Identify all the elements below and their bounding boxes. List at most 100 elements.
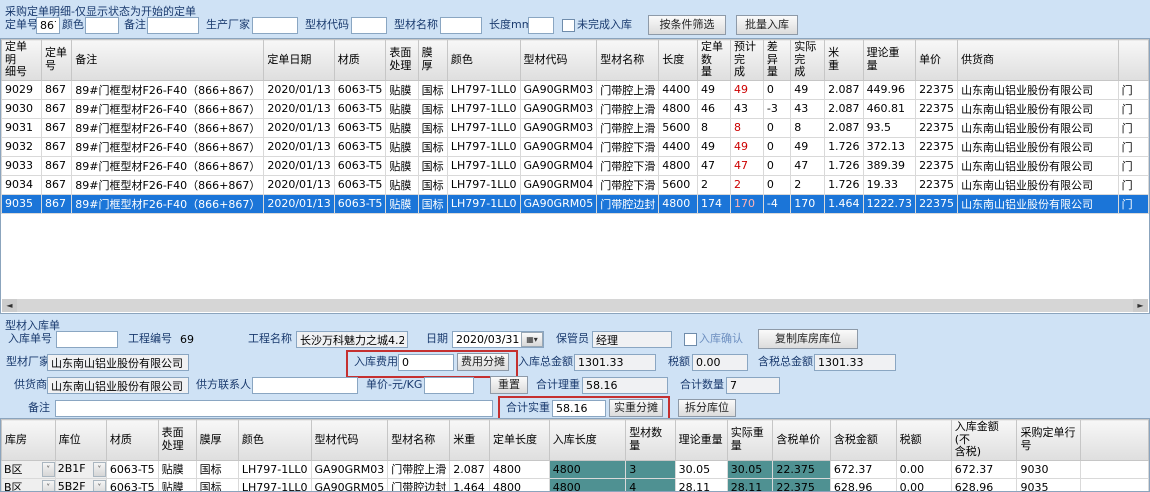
table-cell[interactable]: 4400 — [659, 137, 698, 156]
table-cell[interactable]: 5600 — [659, 118, 698, 137]
column-header[interactable]: 实际完 成 — [791, 40, 825, 81]
table-cell[interactable]: 9030 — [1017, 460, 1081, 478]
table-cell[interactable]: GA90GRM04 — [520, 156, 597, 175]
table-cell[interactable]: 贴膜 — [386, 175, 418, 194]
table-cell[interactable]: GA90GRM05 — [311, 478, 388, 492]
table-cell[interactable]: 9032 — [2, 137, 42, 156]
column-header[interactable]: 表面 处理 — [158, 420, 196, 461]
table-cell[interactable]: ˅5B2F — [55, 478, 106, 492]
table-row[interactable]: 902986789#门框型材F26-F40（866+867）2020/01/13… — [2, 80, 1149, 99]
inbound-no-input[interactable] — [56, 331, 118, 348]
total-qty-field[interactable] — [726, 377, 780, 394]
table-cell[interactable]: 4800 — [549, 460, 625, 478]
table-cell[interactable]: 1.726 — [825, 137, 864, 156]
table-cell[interactable]: 门 — [1118, 99, 1148, 118]
unit-price-input[interactable] — [424, 377, 474, 394]
table-cell[interactable]: 22.375 — [773, 478, 831, 492]
table-cell[interactable]: 89#门框型材F26-F40（866+867） — [72, 137, 264, 156]
total-theory-weight-field[interactable] — [582, 377, 668, 394]
table-cell[interactable]: GA90GRM03 — [520, 80, 597, 99]
inbound-confirm-checkbox[interactable] — [684, 333, 697, 346]
reset-button[interactable]: 重置 — [490, 376, 528, 394]
table-cell[interactable]: 贴膜 — [158, 460, 196, 478]
table-cell[interactable]: 山东南山铝业股份有限公司 — [958, 175, 1119, 194]
table-cell[interactable]: GA90GRM03 — [311, 460, 388, 478]
column-header[interactable]: 材质 — [106, 420, 158, 461]
table-cell[interactable]: 门 — [1118, 137, 1148, 156]
table-row[interactable]: 903086789#门框型材F26-F40（866+867）2020/01/13… — [2, 99, 1149, 118]
table-cell[interactable]: LH797-1LL0 — [447, 156, 520, 175]
table-cell[interactable]: 2.087 — [825, 99, 864, 118]
table-cell[interactable]: 9033 — [2, 156, 42, 175]
table-cell[interactable]: ˅2B1F — [55, 460, 106, 478]
column-header[interactable]: 颜色 — [238, 420, 311, 461]
table-cell[interactable]: 22.375 — [773, 460, 831, 478]
column-header[interactable]: 型材名称 — [597, 40, 659, 81]
inbound-fee-input[interactable] — [398, 354, 454, 371]
table-cell[interactable]: 6063-T5 — [334, 156, 386, 175]
table-cell[interactable]: 89#门框型材F26-F40（866+867） — [72, 99, 264, 118]
table-cell[interactable]: 47 — [791, 156, 825, 175]
table-cell[interactable]: ˅B区 — [2, 460, 56, 478]
table-cell[interactable]: 867 — [41, 156, 71, 175]
table-cell[interactable]: 628.96 — [830, 478, 896, 492]
copy-warehouse-button[interactable]: 复制库房库位 — [758, 329, 858, 349]
table-cell[interactable]: 门带腔边封 — [388, 478, 450, 492]
table-cell[interactable] — [1081, 478, 1149, 492]
column-header[interactable]: 供货商 — [958, 40, 1119, 81]
table-cell[interactable]: 门 — [1118, 175, 1148, 194]
column-header[interactable]: 实际重量 — [727, 420, 773, 461]
column-header[interactable] — [1081, 420, 1149, 461]
table-cell[interactable]: 22375 — [916, 156, 958, 175]
table-cell[interactable]: 2020/01/13 — [264, 80, 334, 99]
column-header[interactable]: 米重 — [450, 420, 490, 461]
table-cell[interactable]: 0.00 — [896, 478, 951, 492]
table-cell[interactable]: 国标 — [418, 175, 447, 194]
table-cell[interactable]: 国标 — [418, 137, 447, 156]
column-header[interactable]: 定单长度 — [489, 420, 549, 461]
table-cell[interactable]: 449.96 — [863, 80, 916, 99]
scroll-left-arrow-icon[interactable]: ◄ — [2, 299, 17, 312]
column-header[interactable]: 定单 号 — [41, 40, 71, 81]
table-cell[interactable]: GA90GRM03 — [520, 99, 597, 118]
column-header[interactable]: 定单日期 — [264, 40, 334, 81]
table-row[interactable]: ˅B区˅2B1F6063-T5贴膜国标LH797-1LL0GA90GRM03门带… — [2, 460, 1149, 478]
column-header[interactable]: 采购定单行 号 — [1017, 420, 1081, 461]
table-cell[interactable]: 49 — [730, 80, 763, 99]
table-cell[interactable]: 门带腔上滑 — [597, 99, 659, 118]
table-cell[interactable]: 22375 — [916, 194, 958, 213]
table-cell[interactable]: 8 — [730, 118, 763, 137]
profile-name-filter-input[interactable] — [440, 17, 482, 34]
tax-included-total-field[interactable] — [814, 354, 896, 371]
table-cell[interactable]: 贴膜 — [386, 118, 418, 137]
inbound-remark-input[interactable] — [55, 400, 493, 417]
table-cell[interactable]: 0 — [763, 80, 790, 99]
table-cell[interactable]: 4 — [626, 478, 675, 492]
table-cell[interactable]: 389.39 — [863, 156, 916, 175]
table-cell[interactable]: 43 — [791, 99, 825, 118]
column-header[interactable]: 理论重量 — [675, 420, 727, 461]
table-cell[interactable]: 0 — [763, 137, 790, 156]
table-cell[interactable]: 门 — [1118, 80, 1148, 99]
table-cell[interactable]: 国标 — [418, 80, 447, 99]
table-row[interactable]: 903186789#门框型材F26-F40（866+867）2020/01/13… — [2, 118, 1149, 137]
table-cell[interactable]: 6063-T5 — [106, 478, 158, 492]
table-cell[interactable]: 867 — [41, 99, 71, 118]
table-cell[interactable]: ˅B区 — [2, 478, 56, 492]
table-cell[interactable]: 49 — [698, 80, 731, 99]
table-cell[interactable]: 4800 — [659, 156, 698, 175]
table-cell[interactable]: 89#门框型材F26-F40（866+867） — [72, 118, 264, 137]
table-cell[interactable]: 4800 — [489, 460, 549, 478]
column-header[interactable]: 库房 — [2, 420, 56, 461]
table-cell[interactable]: 6063-T5 — [106, 460, 158, 478]
table-row[interactable]: 903286789#门框型材F26-F40（866+867）2020/01/13… — [2, 137, 1149, 156]
column-header[interactable]: 入库金额(不 含税) — [951, 420, 1017, 461]
inbound-total-field[interactable] — [574, 354, 656, 371]
table-cell[interactable]: 170 — [730, 194, 763, 213]
table-cell[interactable]: 22375 — [916, 175, 958, 194]
table-cell[interactable]: 372.13 — [863, 137, 916, 156]
profile-factory-field[interactable] — [47, 354, 189, 371]
table-row[interactable]: 903386789#门框型材F26-F40（866+867）2020/01/13… — [2, 156, 1149, 175]
table-cell[interactable]: 2020/01/13 — [264, 99, 334, 118]
table-cell[interactable]: 山东南山铝业股份有限公司 — [958, 194, 1119, 213]
